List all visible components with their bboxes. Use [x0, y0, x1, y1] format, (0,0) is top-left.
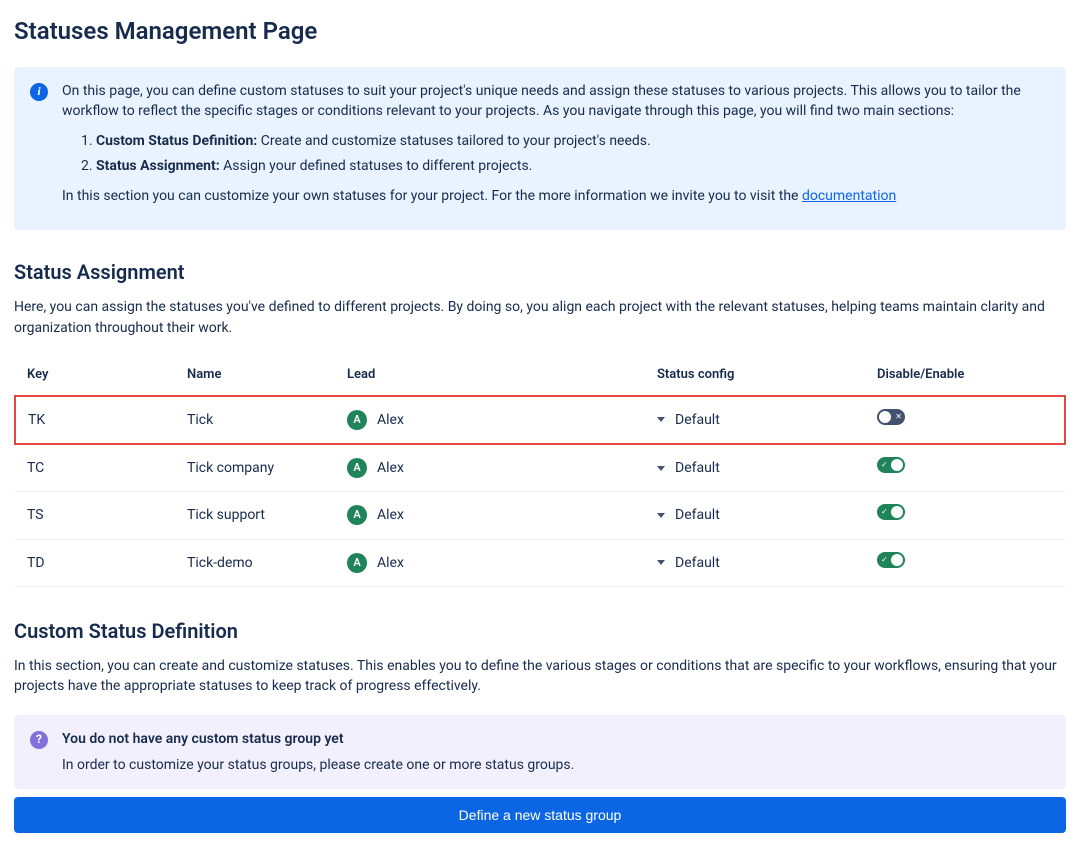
info-icon: i — [30, 83, 48, 101]
empty-sub: In order to customize your status groups… — [62, 755, 574, 775]
cell-key: TD — [15, 539, 175, 586]
table-row: TSTick support A Alex Default ✓ — [15, 492, 1065, 539]
col-toggle: Disable/Enable — [865, 356, 1065, 396]
cell-toggle: ✓ — [865, 539, 1065, 586]
custom-definition-desc: In this section, you can create and cust… — [14, 656, 1066, 697]
info-intro: On this page, you can define custom stat… — [62, 81, 1050, 122]
info-outro: In this section you can customize your o… — [62, 186, 1050, 206]
status-value: Default — [675, 553, 720, 573]
info-body: On this page, you can define custom stat… — [62, 81, 1050, 216]
lead-name: Alex — [377, 458, 404, 478]
cell-status[interactable]: Default — [645, 396, 865, 444]
avatar: A — [347, 410, 367, 430]
chevron-down-icon — [657, 513, 665, 518]
lead-name: Alex — [377, 505, 404, 525]
chevron-down-icon — [657, 466, 665, 471]
avatar: A — [347, 458, 367, 478]
cell-key: TC — [15, 444, 175, 492]
documentation-link[interactable]: documentation — [802, 188, 896, 204]
empty-state-banner: ? You do not have any custom status grou… — [14, 715, 1066, 790]
cell-status[interactable]: Default — [645, 444, 865, 492]
table-row: TDTick-demo A Alex Default ✓ — [15, 539, 1065, 586]
info-bullet-1: Custom Status Definition: Create and cus… — [96, 131, 1050, 151]
enable-toggle[interactable]: ✕ — [877, 409, 905, 425]
table-row: TKTick A Alex Default ✕ — [15, 396, 1065, 444]
define-status-group-button[interactable]: Define a new status group — [14, 797, 1066, 833]
cell-lead: A Alex — [335, 444, 645, 492]
cell-status[interactable]: Default — [645, 492, 865, 539]
status-value: Default — [675, 458, 720, 478]
info-banner: i On this page, you can define custom st… — [14, 67, 1066, 230]
status-assignment-heading: Status Assignment — [14, 258, 1066, 287]
cell-toggle: ✓ — [865, 492, 1065, 539]
cell-key: TS — [15, 492, 175, 539]
col-name: Name — [175, 356, 335, 396]
cell-toggle: ✓ — [865, 444, 1065, 492]
table-row: TCTick company A Alex Default ✓ — [15, 444, 1065, 492]
status-value: Default — [675, 505, 720, 525]
page-title: Statuses Management Page — [14, 14, 1066, 49]
cell-toggle: ✕ — [865, 396, 1065, 444]
status-assignment-desc: Here, you can assign the statuses you've… — [14, 297, 1066, 338]
cell-name: Tick support — [175, 492, 335, 539]
question-icon: ? — [30, 731, 48, 749]
cell-lead: A Alex — [335, 396, 645, 444]
info-bullet-2: Status Assignment: Assign your defined s… — [96, 156, 1050, 176]
lead-name: Alex — [377, 410, 404, 430]
enable-toggle[interactable]: ✓ — [877, 504, 905, 520]
cell-lead: A Alex — [335, 539, 645, 586]
avatar: A — [347, 505, 367, 525]
chevron-down-icon — [657, 417, 665, 422]
status-value: Default — [675, 410, 720, 430]
cell-lead: A Alex — [335, 492, 645, 539]
col-status: Status config — [645, 356, 865, 396]
avatar: A — [347, 553, 367, 573]
assignment-table: Key Name Lead Status config Disable/Enab… — [14, 356, 1066, 587]
col-lead: Lead — [335, 356, 645, 396]
cell-name: Tick company — [175, 444, 335, 492]
col-key: Key — [15, 356, 175, 396]
chevron-down-icon — [657, 560, 665, 565]
cell-name: Tick-demo — [175, 539, 335, 586]
enable-toggle[interactable]: ✓ — [877, 457, 905, 473]
cell-name: Tick — [175, 396, 335, 444]
custom-definition-heading: Custom Status Definition — [14, 617, 1066, 646]
empty-title: You do not have any custom status group … — [62, 729, 574, 749]
cell-key: TK — [15, 396, 175, 444]
cell-status[interactable]: Default — [645, 539, 865, 586]
lead-name: Alex — [377, 553, 404, 573]
enable-toggle[interactable]: ✓ — [877, 552, 905, 568]
